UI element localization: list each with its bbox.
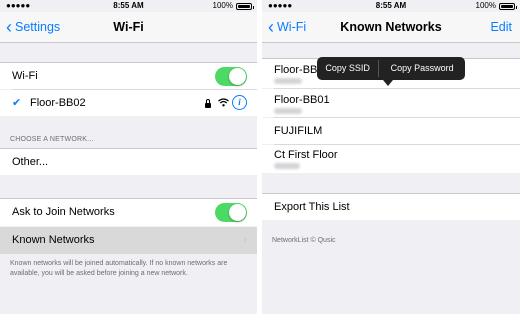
ask-to-join-label: Ask to Join Networks [12,206,115,218]
network-row[interactable]: Ct First Floor [262,145,520,173]
copy-menu-popup: Copy SSID Copy Password [317,57,465,86]
network-row[interactable]: Floor-BB01 [262,89,520,117]
other-network-row[interactable]: Other... [0,149,257,175]
wifi-row: Wi-Fi [0,63,257,89]
copy-password-button[interactable]: Copy Password [379,57,465,80]
known-networks-label: Known Networks [12,234,95,246]
page-title: Known Networks [340,20,442,34]
known-networks-row[interactable]: Known Networks › [0,227,257,254]
redacted-ssid [274,78,302,84]
network-name: Ct First Floor [274,149,338,161]
redacted-ssid [274,163,300,169]
navigation-bar: ‹ Settings Wi-Fi [0,12,257,43]
choose-network-header: CHOOSE A NETWORK... [10,136,94,143]
edit-button[interactable]: Edit [490,12,512,42]
export-list-row[interactable]: Export This List [262,194,520,220]
battery-icon [236,2,254,10]
status-bar: ●●●●● 8:55 AM 100% [0,0,257,12]
connected-network-row[interactable]: ✔ Floor-BB02 i [0,90,257,116]
copy-ssid-button[interactable]: Copy SSID [317,57,378,80]
info-icon[interactable]: i [232,95,247,110]
wifi-toggle[interactable] [215,67,247,86]
wifi-label: Wi-Fi [12,70,38,82]
battery-percent: 100% [475,1,496,10]
navigation-bar: ‹ Wi-Fi Known Networks Edit [262,12,520,43]
known-networks-footer: Known networks will be joined automatica… [10,260,228,277]
network-name: FUJIFILM [274,125,323,137]
connected-network-name: Floor-BB02 [30,97,86,109]
redacted-ssid [274,108,302,114]
checkmark-icon: ✔ [12,97,22,109]
credits-footer: NetworkList © Qusic [272,237,336,244]
status-bar: ●●●●● 8:55 AM 100% [262,0,520,12]
popup-arrow [383,80,393,86]
chevron-right-icon: › [243,234,247,246]
ask-to-join-row: Ask to Join Networks [0,199,257,226]
network-name: Floor-BB01 [274,94,330,106]
ask-to-join-toggle[interactable] [215,203,247,222]
wifi-settings-screen: ●●●●● 8:55 AM 100% ‹ Settings Wi-Fi Wi-F… [0,0,257,314]
battery-percent: 100% [212,1,233,10]
known-networks-screen: ●●●●● 8:55 AM 100% ‹ Wi-Fi Known Network… [262,0,520,314]
page-title: Wi-Fi [113,20,144,34]
other-network-label: Other... [12,156,49,168]
battery-icon [499,2,517,10]
wifi-signal-icon [218,98,229,107]
export-list-label: Export This List [274,201,350,213]
network-name: Floor-BB [274,64,318,76]
lock-icon [205,99,211,108]
network-row[interactable]: FUJIFILM [262,118,520,144]
